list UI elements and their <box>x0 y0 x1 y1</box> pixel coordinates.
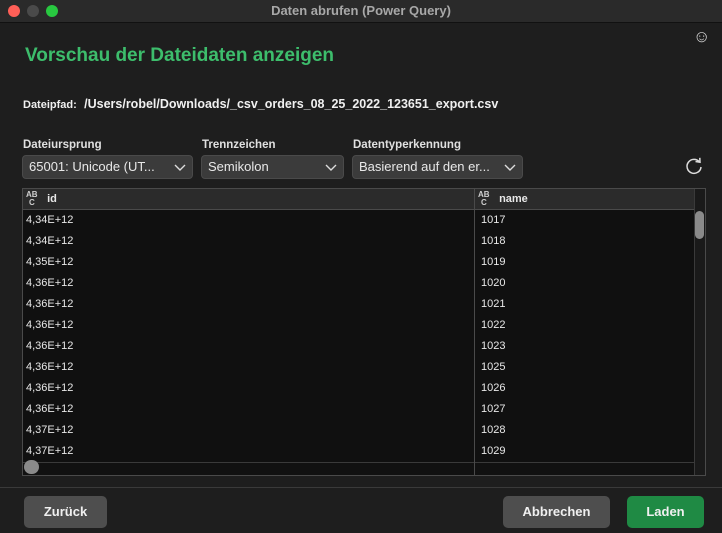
delimiter-select-value: Semikolon <box>208 159 269 174</box>
footer-divider <box>0 487 722 488</box>
file-path-value: /Users/robel/Downloads/_csv_orders_08_25… <box>84 97 499 111</box>
chevron-down-icon <box>174 164 186 171</box>
file-path-label: Dateipfad: <box>23 99 77 111</box>
table-header: AB C id AB C name <box>23 189 697 210</box>
vertical-scroll-thumb[interactable] <box>695 211 704 239</box>
column-header-name[interactable]: AB C name <box>478 189 528 209</box>
refresh-icon[interactable] <box>684 156 704 176</box>
window-title: Daten abrufen (Power Query) <box>271 3 451 18</box>
origin-select-value: 65001: Unicode (UT... <box>29 159 155 174</box>
table-cell: 4,36E+12 <box>26 298 74 310</box>
smiley-icon[interactable]: ☺ <box>693 28 710 45</box>
table-cell: 4,36E+12 <box>26 340 74 352</box>
column-header-label: id <box>47 193 57 205</box>
title-bar: Daten abrufen (Power Query) <box>0 0 722 23</box>
table-cell: 4,36E+12 <box>26 382 74 394</box>
table-row: 4,34E+12 1017 <box>23 210 697 232</box>
table-cell: 1017 <box>481 214 506 226</box>
abc-type-icon: AB C <box>26 190 38 208</box>
table-row: 4,34E+12 1018 <box>23 231 697 253</box>
horizontal-scroll-thumb[interactable] <box>24 460 39 474</box>
table-cell: 1022 <box>481 319 506 331</box>
chevron-down-icon <box>504 164 516 171</box>
table-cell: 4,34E+12 <box>26 214 74 226</box>
table-cell: 4,37E+12 <box>26 424 74 436</box>
table-cell: 1029 <box>481 445 506 457</box>
table-row: 4,35E+12 1019 <box>23 252 697 274</box>
cancel-button[interactable]: Abbrechen <box>503 496 610 528</box>
table-cell: 1028 <box>481 424 506 436</box>
table-cell: 1023 <box>481 340 506 352</box>
column-divider <box>474 189 475 475</box>
back-button[interactable]: Zurück <box>24 496 107 528</box>
table-row: 4,36E+12 1021 <box>23 294 697 316</box>
preview-table: AB C id AB C name 4,34E+12 1017 4,34E+12 1… <box>22 188 706 476</box>
delimiter-select[interactable]: Semikolon <box>201 155 344 179</box>
table-cell: 4,37E+12 <box>26 445 74 457</box>
table-row: 4,36E+12 1025 <box>23 357 697 379</box>
vertical-scrollbar[interactable] <box>694 189 705 475</box>
column-header-id[interactable]: AB C id <box>26 189 57 209</box>
table-cell: 4,36E+12 <box>26 319 74 331</box>
origin-label: Dateiursprung <box>23 139 102 151</box>
table-row: 4,36E+12 1020 <box>23 273 697 295</box>
table-row: 4,36E+12 1023 <box>23 336 697 358</box>
table-row: 4,37E+12 1028 <box>23 420 697 442</box>
chevron-down-icon <box>325 164 337 171</box>
table-row: 4,36E+12 1022 <box>23 315 697 337</box>
table-cell: 1018 <box>481 235 506 247</box>
page-title: Vorschau der Dateidaten anzeigen <box>25 45 335 66</box>
table-cell: 4,36E+12 <box>26 277 74 289</box>
table-cell: 1020 <box>481 277 506 289</box>
table-cell: 4,36E+12 <box>26 361 74 373</box>
table-row: 4,36E+12 1027 <box>23 399 697 421</box>
table-cell: 1025 <box>481 361 506 373</box>
datatype-select[interactable]: Basierend auf den er... <box>352 155 523 179</box>
table-row: 4,37E+12 1029 <box>23 441 697 463</box>
table-cell: 4,36E+12 <box>26 403 74 415</box>
datatype-select-value: Basierend auf den er... <box>359 159 490 174</box>
origin-select[interactable]: 65001: Unicode (UT... <box>22 155 193 179</box>
table-cell: 4,35E+12 <box>26 256 74 268</box>
datatype-label: Datentyperkennung <box>353 139 461 151</box>
delimiter-label: Trennzeichen <box>202 139 276 151</box>
file-path-row: Dateipfad: /Users/robel/Downloads/_csv_o… <box>23 97 498 111</box>
table-cell: 1019 <box>481 256 506 268</box>
abc-type-icon: AB C <box>478 190 490 208</box>
table-row: 4,36E+12 1026 <box>23 378 697 400</box>
table-cell: 1027 <box>481 403 506 415</box>
table-cell: 1026 <box>481 382 506 394</box>
load-button[interactable]: Laden <box>627 496 704 528</box>
table-cell: 4,34E+12 <box>26 235 74 247</box>
column-header-label: name <box>499 193 528 205</box>
table-cell: 1021 <box>481 298 506 310</box>
